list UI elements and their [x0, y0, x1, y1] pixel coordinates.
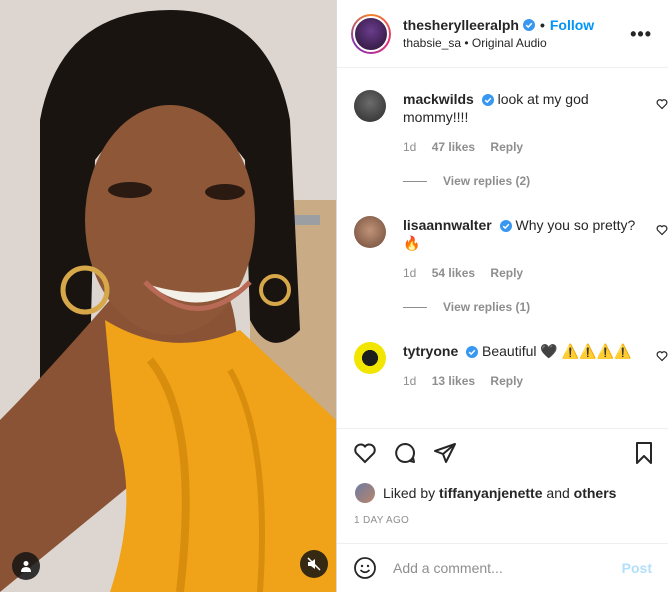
comment-likes[interactable]: 13 likes: [432, 374, 475, 388]
reply-button[interactable]: Reply: [490, 266, 523, 280]
post-details-panel: thesherylleeralph • Follow thabsie_sa • …: [336, 0, 668, 592]
commenter-username[interactable]: lisaannwalter: [403, 217, 492, 233]
add-comment-bar: Post: [337, 543, 668, 592]
liked-by-avatar: [355, 483, 375, 503]
post-photo: [0, 0, 336, 592]
verified-badge-icon: [522, 19, 535, 31]
comment-time: 1d: [403, 266, 417, 280]
comment-likes[interactable]: 47 likes: [432, 140, 475, 154]
reply-button[interactable]: Reply: [490, 374, 523, 388]
separator-dot: •: [539, 17, 545, 33]
post-header: thesherylleeralph • Follow thabsie_sa • …: [337, 0, 668, 68]
speaker-muted-icon: [307, 557, 321, 571]
verified-badge-icon: [499, 220, 512, 233]
author-avatar[interactable]: [351, 13, 391, 54]
comment-text: Beautiful 🖤 ⚠️⚠️⚠️⚠️: [482, 343, 632, 359]
follow-button[interactable]: Follow: [550, 17, 594, 33]
like-comment-icon[interactable]: [656, 350, 668, 362]
share-icon[interactable]: [433, 441, 457, 465]
more-options-button[interactable]: •••: [630, 24, 652, 45]
reply-button[interactable]: Reply: [490, 140, 523, 154]
liked-by-summary[interactable]: Liked by tiffanyanjenette and others: [355, 483, 616, 503]
liked-by-others[interactable]: others: [574, 485, 617, 501]
post-actions: Liked by tiffanyanjenette and others 1 D…: [337, 428, 668, 558]
emoji-icon[interactable]: [353, 556, 377, 580]
comment-item: lisaannwalter Why you so pretty? 🔥 1d 54…: [354, 216, 668, 314]
comment-input[interactable]: [393, 560, 622, 576]
view-replies-label: View replies (2): [443, 174, 531, 188]
view-replies-button[interactable]: View replies (2): [403, 174, 654, 188]
bookmark-icon[interactable]: [632, 441, 656, 465]
liked-by-user[interactable]: tiffanyanjenette: [439, 485, 542, 501]
like-comment-icon[interactable]: [656, 224, 668, 236]
comment-icon[interactable]: [393, 441, 417, 465]
comments-list: mackwilds look at my god mommy!!!! 1d 47…: [337, 68, 668, 428]
comment-time: 1d: [403, 140, 417, 154]
like-post-icon[interactable]: [353, 441, 377, 465]
commenter-username[interactable]: tytryone: [403, 343, 458, 359]
commenter-avatar[interactable]: [354, 216, 386, 248]
verified-badge-icon: [466, 346, 479, 359]
audio-attribution[interactable]: thabsie_sa • Original Audio: [403, 36, 594, 50]
comment-item: tytryone Beautiful 🖤 ⚠️⚠️⚠️⚠️ 1d 13 like…: [354, 342, 668, 388]
post-date[interactable]: 1 DAY AGO: [354, 515, 409, 526]
like-comment-icon[interactable]: [656, 98, 668, 110]
liked-by-prefix: Liked by: [383, 485, 436, 501]
post-media[interactable]: [0, 0, 336, 592]
author-username[interactable]: thesherylleeralph: [403, 17, 519, 33]
comment-likes[interactable]: 54 likes: [432, 266, 475, 280]
comment-item: mackwilds look at my god mommy!!!! 1d 47…: [354, 90, 668, 188]
view-replies-button[interactable]: View replies (1): [403, 300, 654, 314]
mute-button[interactable]: [300, 550, 328, 578]
commenter-username[interactable]: mackwilds: [403, 91, 474, 107]
liked-by-conjunction: and: [546, 485, 570, 501]
comment-time: 1d: [403, 374, 417, 388]
verified-badge-icon: [481, 94, 494, 107]
commenter-avatar[interactable]: [354, 90, 386, 122]
person-icon: [21, 561, 31, 572]
tagged-users-button[interactable]: [12, 552, 40, 580]
view-replies-label: View replies (1): [443, 300, 531, 314]
post-comment-button[interactable]: Post: [622, 560, 652, 576]
commenter-avatar[interactable]: [354, 342, 386, 374]
